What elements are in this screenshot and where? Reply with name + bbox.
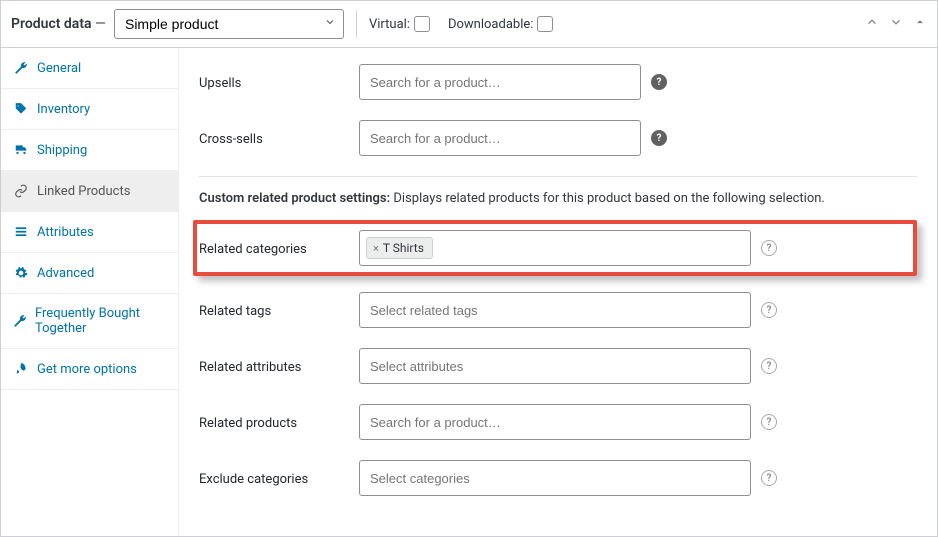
panel-title: Product data — — [11, 16, 106, 32]
upsells-input[interactable] — [359, 64, 641, 100]
sidebar-item-label: Shipping — [37, 143, 87, 158]
related-tags-label: Related tags — [199, 302, 347, 319]
help-icon[interactable]: ? — [651, 74, 667, 90]
sidebar-item-label: Get more options — [37, 362, 137, 377]
category-tag[interactable]: × T Shirts — [366, 237, 433, 259]
related-products-label: Related products — [199, 414, 347, 431]
sidebar-item-label: Attributes — [37, 225, 94, 240]
exclude-categories-label: Exclude categories — [199, 470, 347, 487]
downloadable-label: Downloadable: — [448, 17, 533, 32]
sidebar-item-label: Linked Products — [37, 184, 130, 199]
link-icon — [13, 183, 29, 199]
crosssells-label: Cross-sells — [199, 130, 347, 147]
help-icon[interactable]: ? — [761, 358, 777, 374]
wrench-icon — [13, 313, 27, 329]
product-data-panel: Product data — Simple product Virtual: D… — [0, 0, 938, 537]
virtual-checkbox[interactable] — [414, 16, 430, 32]
sidebar-item-general[interactable]: General — [1, 48, 178, 89]
move-down-icon[interactable] — [889, 15, 903, 33]
help-icon[interactable]: ? — [761, 414, 777, 430]
move-up-icon[interactable] — [865, 15, 879, 33]
related-tags-input[interactable] — [359, 292, 751, 328]
crosssells-input[interactable] — [359, 120, 641, 156]
related-categories-input[interactable]: × T Shirts — [359, 230, 751, 266]
list-icon — [13, 224, 29, 240]
related-attributes-label: Related attributes — [199, 358, 347, 375]
gear-icon — [13, 265, 29, 281]
content: Upsells ? Cross-sells ? Custom related p… — [179, 48, 937, 536]
sidebar-item-shipping[interactable]: Shipping — [1, 130, 178, 171]
sidebar: General Inventory Shipping Linked Produc… — [1, 48, 179, 536]
sidebar-item-inventory[interactable]: Inventory — [1, 89, 178, 130]
sidebar-item-attributes[interactable]: Attributes — [1, 212, 178, 253]
sidebar-item-advanced[interactable]: Advanced — [1, 253, 178, 294]
sidebar-item-linked-products[interactable]: Linked Products — [1, 171, 178, 212]
collapse-icon[interactable] — [913, 15, 927, 33]
upsells-label: Upsells — [199, 74, 347, 91]
help-icon[interactable]: ? — [761, 470, 777, 486]
help-icon[interactable]: ? — [761, 240, 777, 256]
sidebar-item-fbt[interactable]: Frequently Bought Together — [1, 294, 178, 349]
rocket-icon — [13, 361, 29, 377]
product-type-select[interactable]: Simple product — [114, 9, 344, 39]
wrench-icon — [13, 60, 29, 76]
section-heading: Custom related product settings: Display… — [199, 191, 917, 206]
related-products-input[interactable] — [359, 404, 751, 440]
downloadable-checkbox[interactable] — [537, 16, 553, 32]
sidebar-item-label: Inventory — [37, 102, 90, 117]
related-attributes-input[interactable] — [359, 348, 751, 384]
panel-header: Product data — Simple product Virtual: D… — [1, 1, 937, 48]
related-categories-label: Related categories — [199, 240, 347, 257]
sidebar-item-get-more[interactable]: Get more options — [1, 349, 178, 390]
sidebar-item-label: Frequently Bought Together — [35, 306, 166, 336]
virtual-label: Virtual: — [369, 17, 410, 32]
tag-label: T Shirts — [383, 241, 424, 255]
help-icon[interactable]: ? — [651, 130, 667, 146]
divider — [199, 176, 917, 177]
sidebar-item-label: Advanced — [37, 266, 94, 281]
remove-tag-icon[interactable]: × — [373, 242, 379, 255]
divider — [356, 11, 357, 37]
exclude-categories-input[interactable] — [359, 460, 751, 496]
truck-icon — [13, 142, 29, 158]
sidebar-item-label: General — [37, 61, 81, 76]
tag-icon — [13, 101, 29, 117]
help-icon[interactable]: ? — [761, 302, 777, 318]
